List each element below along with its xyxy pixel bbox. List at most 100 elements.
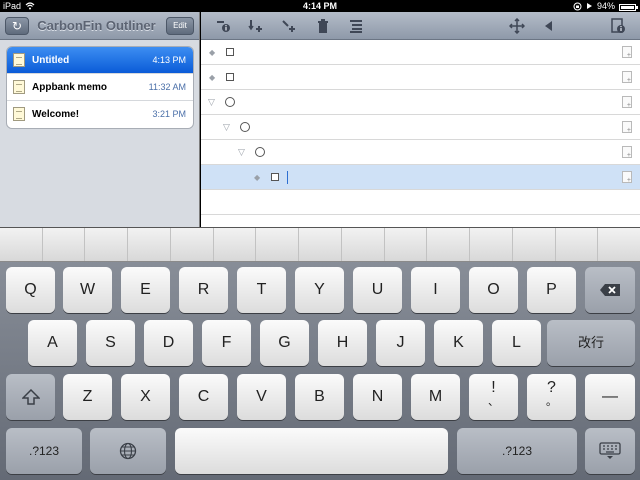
key-h[interactable]: H (318, 320, 367, 366)
key-u[interactable]: U (353, 267, 402, 313)
key-i[interactable]: I (411, 267, 460, 313)
outline-row[interactable]: ◆ (201, 40, 640, 65)
move-icon[interactable] (508, 17, 526, 35)
key-a[interactable]: A (28, 320, 77, 366)
numbers-key-right[interactable]: .?123 (457, 428, 577, 474)
document-time: 4:13 PM (152, 55, 186, 65)
key-k[interactable]: K (434, 320, 483, 366)
key-w[interactable]: W (63, 267, 112, 313)
key-z[interactable]: Z (63, 374, 112, 420)
note-icon[interactable] (622, 46, 632, 59)
note-icon[interactable] (622, 121, 632, 134)
candidate-cell[interactable] (0, 228, 43, 261)
key-t[interactable]: T (237, 267, 286, 313)
key-v[interactable]: V (237, 374, 286, 420)
document-icon (13, 53, 25, 67)
key-x[interactable]: X (121, 374, 170, 420)
key-d[interactable]: D (144, 320, 193, 366)
note-icon[interactable] (622, 71, 632, 84)
checkbox-square[interactable] (271, 173, 279, 181)
candidate-cell[interactable] (43, 228, 86, 261)
numbers-key-left[interactable]: .?123 (6, 428, 82, 474)
expand-triangle-icon[interactable]: ▽ (208, 90, 215, 115)
key-r[interactable]: R (179, 267, 228, 313)
backspace-key[interactable] (585, 267, 635, 313)
document-info-icon[interactable] (610, 18, 626, 34)
key-m[interactable]: M (411, 374, 460, 420)
list-icon[interactable] (348, 18, 364, 34)
outdent-add-icon[interactable] (281, 18, 297, 34)
expand-triangle-icon[interactable]: ▽ (238, 140, 245, 165)
expand-triangle-icon[interactable]: ▽ (223, 115, 230, 140)
candidate-cell[interactable] (171, 228, 214, 261)
trash-icon[interactable] (315, 18, 331, 34)
key-q[interactable]: Q (6, 267, 55, 313)
candidate-cell[interactable] (128, 228, 171, 261)
note-icon[interactable] (622, 146, 632, 159)
candidate-cell[interactable] (598, 228, 640, 261)
key-j[interactable]: J (376, 320, 425, 366)
candidate-cell[interactable] (470, 228, 513, 261)
sync-button[interactable]: ↻ (5, 17, 29, 35)
key-s[interactable]: S (86, 320, 135, 366)
document-icon (13, 107, 25, 121)
note-icon[interactable] (622, 96, 632, 109)
collapse-diamond-icon: ◆ (209, 48, 216, 57)
space-key[interactable] (175, 428, 448, 474)
candidate-cell[interactable] (214, 228, 257, 261)
key-dash[interactable]: — (585, 374, 635, 420)
key-top-char: ? (547, 379, 556, 396)
document-item-appbank-memo[interactable]: Appbank memo 11:32 AM (7, 74, 193, 101)
outline-row[interactable]: ▽ (201, 140, 640, 165)
candidate-cell[interactable] (556, 228, 599, 261)
outline-row[interactable]: ▽ (201, 90, 640, 115)
candidate-cell[interactable] (342, 228, 385, 261)
document-time: 3:21 PM (152, 109, 186, 119)
outline-row[interactable]: ▽ (201, 115, 640, 140)
outline-row-empty[interactable] (201, 190, 640, 215)
play-icon (586, 3, 592, 9)
document-icon (13, 80, 25, 94)
key-n[interactable]: N (353, 374, 402, 420)
rotation-lock-icon (573, 2, 582, 10)
checkbox-square[interactable] (226, 48, 234, 56)
candidate-cell[interactable] (385, 228, 428, 261)
hide-keyboard-key[interactable] (585, 428, 635, 474)
indent-add-icon[interactable] (248, 18, 264, 34)
text-cursor[interactable] (287, 171, 288, 184)
key-b[interactable]: B (295, 374, 344, 420)
bullet-circle (255, 147, 265, 157)
candidate-cell[interactable] (513, 228, 556, 261)
app-title: CarbonFin Outliner (37, 18, 156, 33)
globe-key[interactable] (90, 428, 166, 474)
checkbox-square[interactable] (226, 73, 234, 81)
outline-row[interactable]: ◆ (201, 65, 640, 90)
document-sidebar: ↻ CarbonFin Outliner Edit Untitled 4:13 … (0, 12, 200, 227)
key-o[interactable]: O (469, 267, 518, 313)
document-list: Untitled 4:13 PM Appbank memo 11:32 AM W… (6, 46, 194, 129)
key-c[interactable]: C (179, 374, 228, 420)
shift-key[interactable] (6, 374, 55, 420)
return-key[interactable]: 改行 (547, 320, 635, 366)
key-y[interactable]: Y (295, 267, 344, 313)
document-item-untitled[interactable]: Untitled 4:13 PM (7, 47, 193, 74)
key-e[interactable]: E (121, 267, 170, 313)
key-exclaim-comma[interactable]: ! 、 (469, 374, 518, 420)
edit-button[interactable]: Edit (166, 17, 194, 35)
candidate-cell[interactable] (299, 228, 342, 261)
key-question-period[interactable]: ? 。 (527, 374, 576, 420)
key-f[interactable]: F (202, 320, 251, 366)
candidate-cell[interactable] (427, 228, 471, 261)
key-l[interactable]: L (492, 320, 541, 366)
key-g[interactable]: G (260, 320, 309, 366)
note-icon[interactable] (622, 171, 632, 184)
info-row-icon[interactable] (215, 18, 231, 34)
candidate-bar (0, 228, 640, 262)
backspace-icon (600, 284, 620, 296)
candidate-cell[interactable] (256, 228, 300, 261)
key-p[interactable]: P (527, 267, 576, 313)
back-arrow-icon[interactable] (541, 18, 557, 34)
outline-row-editing[interactable]: ◆ (201, 165, 640, 190)
candidate-cell[interactable] (85, 228, 129, 261)
document-item-welcome[interactable]: Welcome! 3:21 PM (7, 101, 193, 128)
